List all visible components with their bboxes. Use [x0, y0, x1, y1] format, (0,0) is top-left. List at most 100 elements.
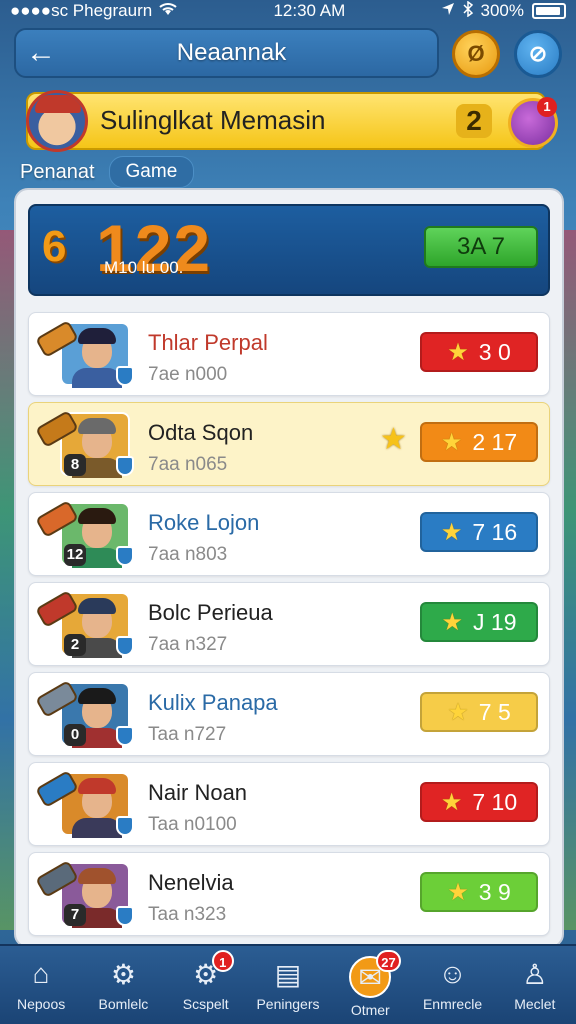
nav-icon: ⌂ — [32, 958, 50, 989]
shield-icon — [116, 636, 134, 656]
battery-icon — [532, 3, 566, 19]
favorite-star-icon[interactable]: ★ — [380, 422, 407, 457]
wifi-icon — [158, 1, 178, 22]
star-icon: ★ — [447, 878, 469, 906]
score-badge-value: 7 5 — [478, 698, 511, 725]
bottom-nav-item[interactable]: ☺ Enmrecle — [417, 956, 489, 1012]
bottom-nav-item[interactable]: ✉ Otmer 27 — [334, 950, 406, 1018]
bottom-nav-item[interactable]: ⚙ Bomlelc — [87, 956, 159, 1013]
edit-icon: ⊘ — [528, 41, 548, 66]
shield-icon — [116, 726, 134, 746]
player-subtitle: 7ae n000 — [148, 364, 228, 385]
score-badge-value: J 19 — [473, 608, 517, 635]
score-badge-value: 3 0 — [478, 338, 511, 365]
star-icon: ★ — [440, 518, 463, 546]
score-badge-button[interactable]: ★ 3 0 — [420, 332, 538, 372]
score-badge-button[interactable]: ★ 7 5 — [420, 692, 538, 732]
score-badge-button[interactable]: ★ 2 17 — [420, 422, 538, 462]
player-subtitle: Taa n323 — [148, 904, 227, 925]
nav-label: Peningers — [256, 996, 320, 1012]
player-name: Thlar Perpal — [148, 330, 268, 355]
coins-button[interactable]: Ø — [452, 30, 500, 78]
edit-button[interactable]: ⊘ — [514, 30, 562, 78]
player-avatar[interactable] — [26, 90, 88, 152]
bottom-nav: ⌂ Nepoos ⚙ Bomlelc ⚙ Scspelt 1 ▤ Peningers ✉ Otmer… — [0, 944, 576, 1024]
top-nav-bar: ← Neaannak — [14, 28, 439, 78]
back-arrow-icon: ← — [26, 36, 56, 69]
star-icon: ★ — [440, 428, 463, 456]
portrait-hair — [78, 778, 116, 794]
score-badge-button[interactable]: ★ J 19 — [420, 602, 538, 642]
bottom-nav-item[interactable]: ▤ Peningers — [252, 956, 324, 1013]
player-level-badge: 12 — [64, 544, 86, 566]
portrait-hair — [78, 418, 116, 434]
star-icon: ★ — [440, 788, 463, 816]
back-button[interactable]: ← — [16, 30, 66, 76]
player-subtitle: 7aa n065 — [148, 454, 228, 475]
star-icon: ★ — [441, 608, 464, 636]
player-name: Nenelvia — [148, 870, 234, 895]
score-badge-button[interactable]: ★ 7 10 — [420, 782, 538, 822]
nav-label: Bomlelc — [98, 996, 149, 1012]
portrait-hair — [78, 688, 116, 704]
bottom-nav-item[interactable]: ⚙ Scspelt 1 — [170, 950, 242, 1012]
bluetooth-icon — [462, 0, 473, 22]
player-level-badge: 0 — [64, 724, 86, 746]
score-badge-value: 3 9 — [478, 878, 511, 905]
tab-row: Penanat Game — [20, 156, 195, 188]
clock: 12:30 AM — [273, 1, 346, 20]
score-subtitle: M10 lu 00. — [104, 258, 184, 277]
nav-label: Otmer — [350, 1002, 390, 1018]
nav-label: Scspelt — [182, 996, 229, 1012]
tab-game[interactable]: Game — [108, 156, 195, 188]
location-arrow-icon — [441, 1, 455, 21]
score-badge-button[interactable]: ★ 3 9 — [420, 872, 538, 912]
player-level-badge: 7 — [64, 904, 86, 926]
player-level-badge: 8 — [64, 454, 86, 476]
shield-icon — [116, 546, 134, 566]
nav-icon: ♙ — [522, 958, 548, 990]
player-name: Sulinglkat Memasin — [100, 105, 326, 135]
star-icon: ★ — [447, 338, 469, 366]
player-level: 2 — [456, 104, 492, 138]
status-bar: ●●●●sc Phegraurn 12:30 AM 300% — [0, 0, 576, 22]
score-badge-button[interactable]: ★ 7 16 — [420, 512, 538, 552]
player-name: Kulix Panapa — [148, 690, 278, 715]
nav-icon: ☺ — [438, 958, 467, 989]
shield-icon — [116, 366, 134, 386]
portrait-hair — [78, 598, 116, 614]
portrait-hair — [78, 868, 116, 884]
player-name: Nair Noan — [148, 780, 248, 805]
score-badge-value: 7 10 — [472, 788, 518, 815]
portrait-body — [72, 368, 122, 388]
coin-icon: Ø — [467, 41, 485, 66]
player-name: Odta Sqon — [148, 420, 254, 445]
shield-icon — [116, 456, 134, 476]
portrait-hair — [78, 508, 116, 524]
score-badge-value: 2 17 — [472, 428, 518, 455]
shield-icon — [116, 906, 134, 926]
carrier-label: ●●●●sc Phegraurn — [10, 1, 153, 20]
notification-badge: 27 — [376, 950, 401, 972]
player-subtitle: 7aa n327 — [148, 634, 228, 655]
nav-label: Enmrecle — [422, 996, 483, 1012]
star-icon: ★ — [447, 698, 469, 726]
bottom-nav-item[interactable]: ♙ Meclet — [499, 956, 571, 1013]
gift-badge: 1 — [537, 97, 557, 117]
player-name: Roke Lojon — [148, 510, 260, 535]
tab-penanat[interactable]: Penanat — [20, 161, 95, 184]
score-action-button[interactable]: 3A 7 — [424, 226, 538, 268]
score-badge-value: 7 16 — [472, 518, 518, 545]
player-subtitle: Taa n0100 — [148, 814, 237, 835]
portrait-body — [72, 818, 122, 838]
player-subtitle: Taa n727 — [148, 724, 227, 745]
player-subtitle: 7aa n803 — [148, 544, 228, 565]
portrait-hair — [78, 328, 116, 344]
nav-icon: ▤ — [274, 958, 302, 990]
nav-label: Meclet — [514, 996, 556, 1012]
player-name: Bolc Perieua — [148, 600, 273, 625]
shield-icon — [116, 816, 134, 836]
battery-percent: 300% — [480, 1, 524, 20]
bottom-nav-item[interactable]: ⌂ Nepoos — [5, 956, 77, 1012]
notification-badge: 1 — [211, 950, 234, 972]
